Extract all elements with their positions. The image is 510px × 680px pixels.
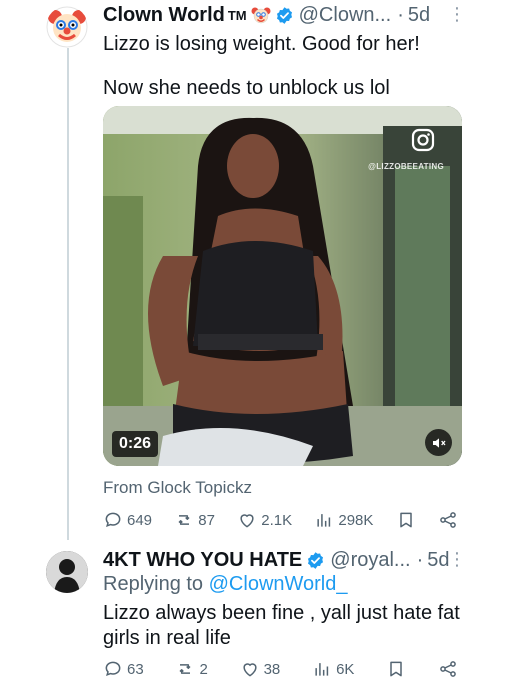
views-button[interactable]: 6K [312,659,354,679]
instagram-icon [411,128,435,152]
separator-dot: · [416,548,424,571]
reply-button[interactable]: 63 [103,659,144,679]
tweet1-header: Clown World TM @Clown... · 5d [103,2,430,28]
tweet2-header: 4KT WHO YOU HATE @royal... · 5d [103,547,450,573]
like-count: 2.1K [261,511,293,529]
verified-badge-icon [308,551,324,569]
bookmark-button[interactable] [386,659,406,679]
replying-mention-link[interactable]: @ClownWorld_ [209,573,348,595]
bookmark-button[interactable] [396,510,416,530]
like-button[interactable]: 38 [240,659,281,679]
reply-icon [105,512,121,528]
heart-icon [240,514,254,528]
share-icon [440,512,456,528]
tweet2-text-line2: girls in real life [103,627,231,649]
tweet2-action-bar: 63 2 38 6K [103,659,458,679]
bookmark-icon [390,661,402,677]
mute-button[interactable] [425,429,452,456]
tweet1-text-line2: Now she needs to unblock us lol [103,77,390,99]
heart-icon [243,663,257,677]
replying-to: Replying to @ClownWorld_ [103,573,348,596]
clown-emoji-icon [251,7,271,24]
views-button[interactable]: 298K [314,510,373,530]
tweet2-text-line1: Lizzo always been fine , yall just hate … [103,602,460,624]
reply-icon [105,661,121,677]
verified-badge-icon [276,6,292,24]
view-count: 6K [336,660,355,678]
like-button[interactable]: 2.1K [237,510,292,530]
tweet1-text-line1: Lizzo is losing weight. Good for her! [103,33,420,55]
timestamp[interactable]: 5d [408,4,430,27]
avatar-4kt[interactable] [46,551,88,593]
repost-count: 2 [199,660,208,678]
repost-icon [178,515,190,525]
repost-button[interactable]: 2 [175,659,208,679]
clown-face-icon [46,6,88,48]
repost-icon [179,664,191,674]
video-duration: 0:26 [112,431,159,457]
thread-line [67,48,69,540]
share-button[interactable] [438,510,458,530]
profile-photo-icon [46,551,88,593]
reply-count: 649 [127,511,153,529]
reply-count: 63 [127,660,144,678]
repost-count: 87 [198,511,215,529]
views-chart-icon [315,663,329,676]
handle[interactable]: @royal... [330,549,410,572]
speaker-muted-icon [432,437,446,448]
trademark-label: TM [227,7,247,23]
bookmark-icon [399,512,412,528]
tweet1-action-bar: 649 87 2.1K 298K [103,510,458,530]
media-attribution[interactable]: From Glock Topickz [103,478,252,498]
timestamp[interactable]: 5d [427,549,449,572]
video-player[interactable]: @LIZZOBEEATING 0:26 [103,106,462,466]
avatar-clown-world[interactable] [46,6,88,48]
display-name[interactable]: Clown World [103,4,225,27]
separator-dot: · [397,3,404,26]
view-count: 298K [338,511,374,529]
display-name[interactable]: 4KT WHO YOU HATE [103,549,302,572]
more-options-icon[interactable]: ⋮ [448,4,466,25]
like-count: 38 [263,660,281,678]
repost-button[interactable]: 87 [174,510,215,530]
replying-prefix: Replying to [103,573,204,595]
share-icon [440,661,456,677]
share-button[interactable] [438,659,458,679]
more-options-icon[interactable]: ⋮ [448,549,466,570]
handle[interactable]: @Clown... [299,4,392,27]
video-watermark: @LIZZOBEEATING [368,162,444,171]
reply-button[interactable]: 649 [103,510,152,530]
video-frame [103,106,462,466]
views-chart-icon [317,514,331,527]
